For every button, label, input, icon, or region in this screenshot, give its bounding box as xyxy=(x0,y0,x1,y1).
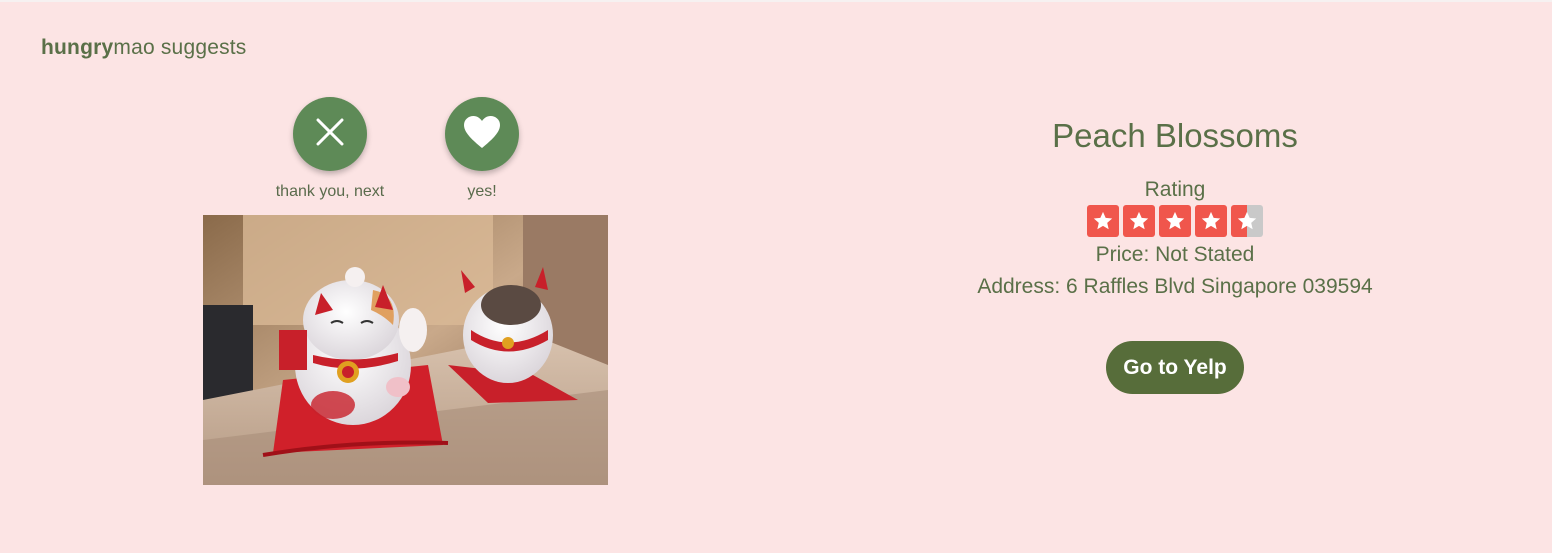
restaurant-details: Peach Blossoms Rating Price: Not Stated … xyxy=(875,115,1475,394)
rating-label: Rating xyxy=(1144,178,1206,201)
price-text: Price: Not Stated xyxy=(1095,243,1255,266)
star-icon xyxy=(1159,205,1191,237)
close-icon xyxy=(315,117,345,152)
star-rating xyxy=(875,205,1475,237)
top-border xyxy=(0,0,1552,2)
next-action: thank you, next xyxy=(265,97,395,201)
yes-action: yes! xyxy=(417,97,547,201)
star-icon xyxy=(1195,205,1227,237)
restaurant-name: Peach Blossoms xyxy=(1052,117,1298,154)
star-icon xyxy=(1087,205,1119,237)
star-icon xyxy=(1123,205,1155,237)
heart-icon xyxy=(463,115,501,154)
go-to-yelp-button[interactable]: Go to Yelp xyxy=(1106,341,1244,394)
yes-button[interactable] xyxy=(445,97,519,171)
app-title: hungrymao suggests xyxy=(41,36,247,60)
yes-label: yes! xyxy=(467,183,497,200)
next-button[interactable] xyxy=(293,97,367,171)
half-star-icon xyxy=(1231,205,1263,237)
brand-name-suffix: mao suggests xyxy=(113,36,247,59)
restaurant-photo xyxy=(203,215,608,485)
brand-name-bold: hungry xyxy=(41,36,114,59)
next-label: thank you, next xyxy=(275,183,385,200)
address-text: Address: 6 Raffles Blvd Singapore 039594 xyxy=(977,275,1373,298)
